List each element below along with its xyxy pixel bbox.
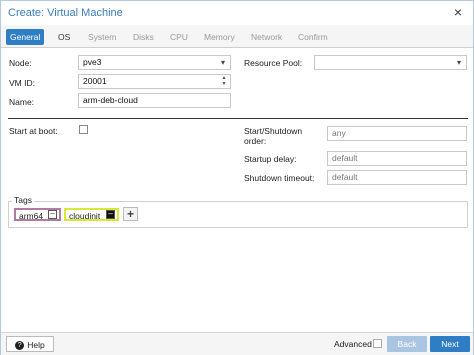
remove-tag-icon[interactable]: – bbox=[48, 210, 57, 219]
title-bar[interactable]: Create: Virtual Machine × bbox=[1, 1, 473, 25]
section-divider bbox=[8, 118, 468, 119]
shutdown-timeout-label: Shutdown timeout: bbox=[244, 173, 315, 183]
tags-legend: Tags bbox=[12, 195, 34, 205]
add-tag-button[interactable]: + bbox=[123, 207, 138, 221]
startup-order-placeholder: any bbox=[332, 128, 346, 138]
dialog-footer: ? Help Advanced Back Next bbox=[1, 332, 473, 355]
tags-border-right bbox=[34, 201, 468, 202]
create-vm-dialog: Create: Virtual Machine × General OS Sys… bbox=[0, 0, 474, 355]
tab-confirm[interactable]: Confirm bbox=[294, 29, 332, 45]
chevron-down-icon[interactable]: ▾ bbox=[454, 56, 464, 69]
resource-pool-label: Resource Pool: bbox=[244, 58, 303, 68]
tab-disks[interactable]: Disks bbox=[129, 29, 158, 45]
help-button[interactable]: ? Help bbox=[6, 336, 54, 352]
startup-delay-field[interactable]: default bbox=[327, 151, 467, 166]
shutdown-timeout-placeholder: default bbox=[332, 172, 358, 182]
wizard-tabs: General OS System Disks CPU Memory Netwo… bbox=[1, 25, 473, 48]
tag-label: cloudinit bbox=[69, 211, 101, 221]
startup-order-label-line1: Start/Shutdown bbox=[244, 126, 303, 136]
help-icon: ? bbox=[15, 341, 25, 351]
startup-order-field[interactable]: any bbox=[327, 126, 467, 141]
startup-order-label: Start/Shutdown order: bbox=[244, 126, 302, 146]
tab-general[interactable]: General bbox=[6, 29, 45, 45]
advanced-checkbox[interactable] bbox=[373, 339, 382, 348]
node-label: Node: bbox=[9, 58, 32, 68]
startup-delay-label: Startup delay: bbox=[244, 154, 297, 164]
advanced-label: Advanced bbox=[334, 339, 372, 349]
tab-cpu[interactable]: CPU bbox=[166, 29, 192, 45]
vmid-field[interactable]: 20001 ▲ ▼ bbox=[78, 74, 231, 89]
start-at-boot-checkbox[interactable] bbox=[79, 125, 88, 134]
help-label: Help bbox=[27, 340, 45, 350]
spinner-icon[interactable]: ▲ ▼ bbox=[220, 75, 228, 88]
node-select[interactable]: pve3 ▾ bbox=[78, 55, 231, 70]
startup-delay-placeholder: default bbox=[332, 153, 358, 163]
dialog-title: Create: Virtual Machine bbox=[8, 7, 123, 19]
tab-network[interactable]: Network bbox=[247, 29, 286, 45]
shutdown-timeout-field[interactable]: default bbox=[327, 170, 467, 185]
vmid-value: 20001 bbox=[83, 76, 107, 86]
tab-memory[interactable]: Memory bbox=[200, 29, 239, 45]
next-button[interactable]: Next bbox=[430, 336, 470, 352]
remove-tag-icon[interactable]: – bbox=[106, 210, 115, 219]
back-button[interactable]: Back bbox=[387, 336, 427, 352]
tab-system[interactable]: System bbox=[84, 29, 120, 45]
tag-label: arm64 bbox=[19, 211, 44, 221]
chevron-down-icon[interactable]: ▾ bbox=[218, 56, 228, 69]
node-value: pve3 bbox=[83, 57, 102, 67]
start-at-boot-label: Start at boot: bbox=[9, 126, 58, 136]
startup-order-label-line2: order: bbox=[244, 136, 267, 146]
vmid-label: VM ID: bbox=[9, 78, 35, 88]
close-icon[interactable]: × bbox=[450, 4, 466, 20]
name-label: Name: bbox=[9, 97, 35, 107]
name-field[interactable]: arm-deb-cloud bbox=[78, 93, 231, 108]
name-value: arm-deb-cloud bbox=[83, 95, 138, 105]
tab-os[interactable]: OS bbox=[54, 29, 74, 45]
resource-pool-select[interactable]: ▾ bbox=[314, 55, 467, 70]
